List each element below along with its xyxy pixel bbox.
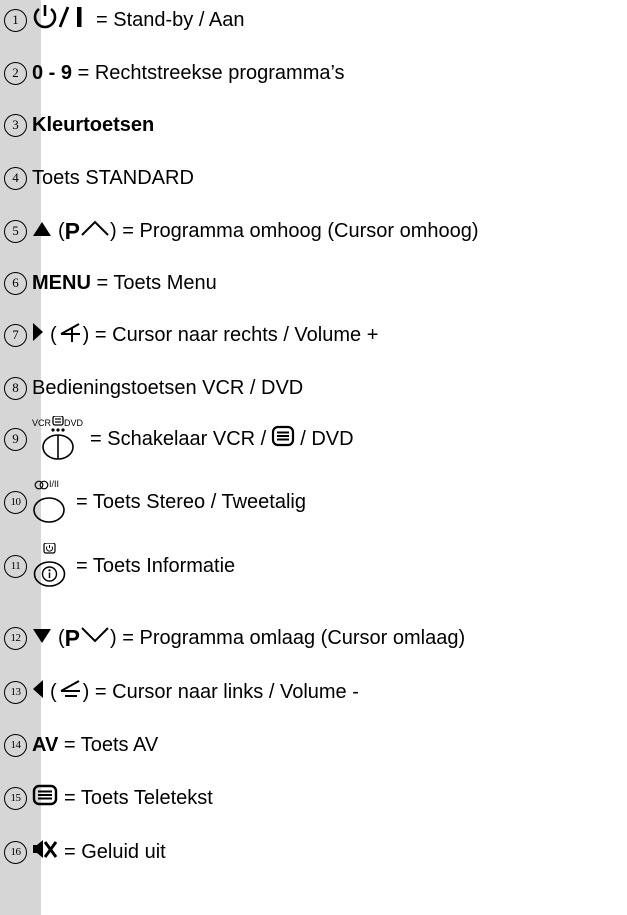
volume-up-icon [57,321,83,349]
item-key: AV [32,733,59,756]
item-label: = Cursor naar links / Volume - [94,680,359,703]
item-number: 8 [4,376,27,400]
list-item: 7 ( ) = Cursor naar rechts / Volume + [4,318,627,352]
list-item: 10 I/II = Toets Stereo / Tweetalig [4,477,627,527]
triangle-down-icon [32,627,52,650]
item-label: Toets STANDARD [32,166,194,189]
item-number: 1 [4,8,27,32]
item-number: 13 [4,680,27,704]
stereo-sublabel: I/II [49,479,60,489]
item-number: 4 [4,166,27,190]
item-number: 11 [4,554,27,578]
item-key: 0 - 9 [32,61,73,84]
item-label: = Programma omlaag (Cursor omlaag) [122,626,466,649]
list-item: 16 = Geluid uit [4,835,627,869]
list-item: 13 ( ) = Cursor naar links / Volume - [4,675,627,709]
item-label: = Geluid uit [64,840,166,863]
item-number: 10 [4,490,27,514]
item-number: 5 [4,219,27,243]
item-number: 3 [4,113,27,137]
item-label: Bedieningstoetsen VCR / DVD [32,376,304,399]
p-key: P [64,217,81,244]
item-label: = Cursor naar rechts / Volume + [94,323,379,346]
item-label: = Toets Informatie [76,554,236,577]
item-label: = Toets Menu [96,271,217,294]
item-key: MENU [32,271,91,294]
list-item: 5 (P ) = Programma omhoog (Cursor omhoog… [4,214,627,248]
triangle-right-icon [32,322,44,348]
item-number: 2 [4,61,27,85]
volume-down-icon [57,678,83,706]
item-label: = Toets AV [63,733,159,756]
list-item: 12 (P ) = Programma omlaag (Cursor omlaa… [4,621,627,655]
p-key: P [64,624,81,651]
item-number: 9 [4,427,27,451]
item-label: = Toets Stereo / Tweetalig [76,490,306,513]
paren-open: ( [58,626,65,649]
paren-open: ( [50,323,57,346]
list-item: 2 0 - 9 = Rechtstreekse programma’s [4,56,627,90]
chevron-up-icon [80,218,110,244]
info-button-icon [32,542,70,589]
teletext-icon [32,784,58,812]
paren-close: ) [110,626,117,649]
list-item: 4 Toets STANDARD [4,161,627,195]
power-icon [32,3,90,37]
item-number: 16 [4,840,27,864]
list-item: 14 AV = Toets AV [4,728,627,762]
item-label: = Toets Teletekst [64,786,213,809]
paren-open: ( [58,219,65,242]
stereo-button-icon: I/II [32,479,70,525]
list-item: 3 Kleurtoetsen [4,108,627,142]
vcr-dvd-switch-icon: VCR DVD [32,416,84,462]
item-number: 12 [4,626,27,650]
item-label: = Schakelaar VCR / [90,427,267,450]
item-number: 14 [4,733,27,757]
paren-open: ( [50,680,57,703]
list-item: 9 VCR DVD = Schakelaar VCR / / DVD [4,414,627,464]
item-label-suffix: / DVD [300,427,354,450]
item-number: 7 [4,323,27,347]
paren-close: ) [110,219,117,242]
paren-close: ) [82,680,90,703]
item-key: Kleurtoetsen [32,113,155,136]
list-item: 1 = Stand-by / Aan [4,3,627,37]
item-label: = Rechtstreekse programma’s [77,61,345,84]
triangle-left-icon [32,679,44,705]
list-item: 6 MENU = Toets Menu [4,266,627,300]
triangle-up-icon [32,220,52,243]
paren-close: ) [82,323,90,346]
item-number: 6 [4,271,27,295]
teletext-icon [271,425,295,453]
list-item: 8 Bedieningstoetsen VCR / DVD [4,371,627,405]
list-item: 15 = Toets Teletekst [4,781,627,815]
item-number: 15 [4,786,27,810]
item-label: = Stand-by / Aan [96,8,245,31]
item-label: = Programma omhoog (Cursor omhoog) [122,219,479,242]
chevron-down-icon [80,625,110,651]
mute-icon [32,838,58,866]
list-item: 11 = Toets Informatie [4,541,627,591]
